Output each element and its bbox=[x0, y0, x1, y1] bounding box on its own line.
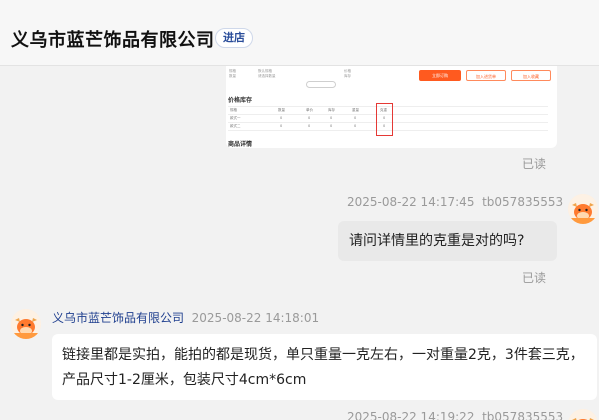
bull-avatar-icon bbox=[568, 194, 598, 224]
chat-window: { "header": { "shop_name": "义乌市蓝芒饰品有限公司"… bbox=[0, 0, 599, 420]
seller-message-bubble: 链接里都是实拍，能拍的都是现货，单只重量一克左右，一对重量2克，3件套三克，产品… bbox=[52, 334, 597, 400]
message-timestamp: 2025-08-22 14:18:01 bbox=[191, 311, 320, 325]
buy-now-button: 立即订购 bbox=[419, 70, 461, 81]
message-sender: tb057835553 bbox=[482, 410, 564, 420]
bull-avatar-icon bbox=[568, 409, 598, 420]
seller-avatar[interactable] bbox=[11, 309, 41, 339]
read-status: 已读 bbox=[522, 157, 547, 171]
message-meta: 2025-08-22 14:19:22 tb057835553 bbox=[347, 410, 563, 420]
buyer-avatar[interactable] bbox=[568, 409, 598, 420]
message-timestamp: 2025-08-22 14:19:22 bbox=[347, 410, 475, 420]
chat-header: 义乌市蓝芒饰品有限公司 进店 bbox=[0, 0, 599, 66]
read-status: 已读 bbox=[522, 271, 547, 285]
message-sender: 义乌市蓝芒饰品有限公司 bbox=[52, 311, 185, 325]
quantity-pill bbox=[306, 81, 336, 88]
add-to-cart-button: 加入进货单 bbox=[466, 70, 506, 81]
buyer-message-bubble: 请问详情里的克重是对的吗? bbox=[338, 221, 557, 261]
buyer-avatar[interactable] bbox=[568, 194, 598, 224]
message-sender: tb057835553 bbox=[482, 195, 564, 209]
favorite-button: 加入收藏 bbox=[511, 70, 551, 81]
enter-shop-button[interactable]: 进店 bbox=[215, 28, 253, 48]
bull-avatar-icon bbox=[11, 309, 41, 339]
price-stock-section-title: 价格库存 bbox=[228, 97, 253, 104]
product-detail-section-title: 商品详情 bbox=[228, 141, 253, 148]
highlight-box bbox=[376, 103, 393, 136]
product-screenshot-image[interactable]: 规格 默认规格 价格 数量 请选择数量 库存 立即订购 加入进货单 加入收藏 价… bbox=[226, 66, 557, 148]
message-meta: 义乌市蓝芒饰品有限公司 2025-08-22 14:18:01 bbox=[52, 309, 319, 326]
message-meta: 2025-08-22 14:17:45 tb057835553 bbox=[347, 195, 563, 209]
shop-name: 义乌市蓝芒饰品有限公司 bbox=[11, 30, 215, 51]
message-timestamp: 2025-08-22 14:17:45 bbox=[347, 195, 475, 209]
